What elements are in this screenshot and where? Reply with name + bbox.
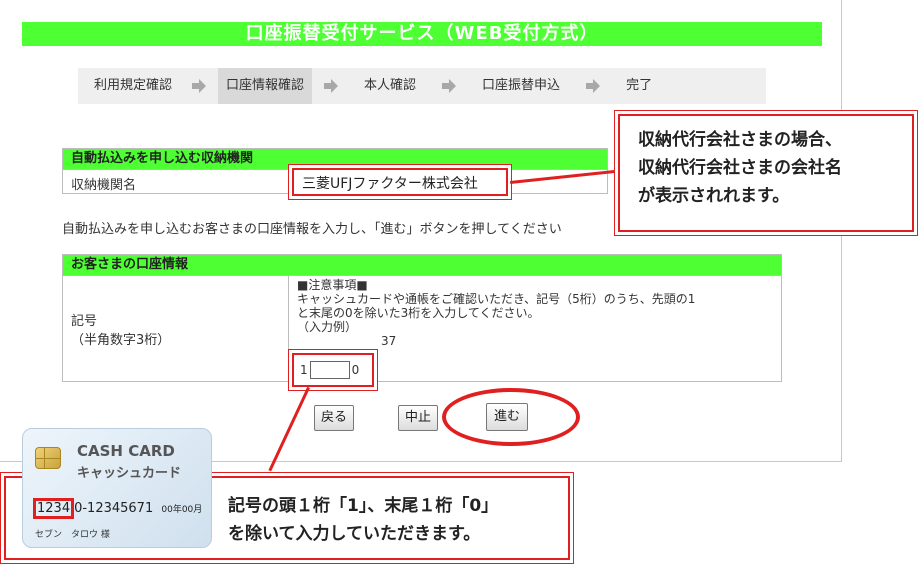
callout-bottom-line1: 記号の頭１桁「1」、末尾１桁「0」 [228,496,499,516]
step-identity: 本人確認 [364,78,417,93]
cancel-button[interactable]: 中止 [398,405,438,431]
card-holder: セブン タロウ 様 [35,530,110,540]
step-account-confirm: 口座情報確認 [218,68,313,104]
institution-name-value: 三菱UFJファクター株式会社 [302,176,478,192]
account-code-sublabel: （半角数字3桁） [71,332,171,348]
account-code-input[interactable] [309,361,350,379]
arrow-right-icon [324,79,339,93]
arrow-right-icon [192,79,207,93]
callout-bottom-line2: を除いて入力していただきます。 [228,524,481,544]
account-code-input-highlight: 1 0 [292,353,374,387]
institution-value-highlight: 三菱UFJファクター株式会社 [292,168,508,196]
account-section-title: お客さまの口座情報 [63,255,781,275]
instruction-text: 自動払込みを申し込むお客さまの口座情報を入力し、「進む」ボタンを押してください [62,222,562,237]
card-chip-icon [35,447,61,469]
institution-name-label: 収納機関名 [63,170,289,193]
institution-section-title: 自動払込みを申し込む収納機関 [63,149,607,169]
note-line1: キャッシュカードや通帳をご確認いただき、記号（5桁）のうち、先頭の1 [297,292,696,306]
progress-steps: 利用規定確認 口座情報確認 本人確認 口座振替申込 完了 [78,68,766,104]
card-number-rest: 0-12345671 [74,501,154,516]
card-expiry: 00年00月 [161,505,203,515]
account-code-prefix: 1 [300,363,308,377]
note-line2: と末尾の0を除いた3桁を入力してください。 [297,306,540,320]
page-title: 口座振替受付サービス（WEB受付方式） [22,22,822,46]
note-title: ■注意事項■ [297,278,368,292]
card-title-en: CASH CARD [77,442,175,460]
step-terms: 利用規定確認 [94,78,173,93]
callout-company-name: 収納代行会社さまの場合、 収納代行会社さまの会社名 が表示されれます。 [618,114,914,232]
callout-top-line1: 収納代行会社さまの場合、 [638,130,842,150]
arrow-right-icon [442,79,457,93]
arrow-right-icon [586,79,601,93]
callout-top-line3: が表示されれます。 [638,186,790,206]
step-application: 口座振替申込 [482,78,561,93]
card-title-jp: キャッシュカード [77,466,182,481]
account-section: お客さまの口座情報 記号 （半角数字3桁） ■注意事項■ キャッシュカードや通帳… [62,254,782,382]
account-code-suffix: 0 [351,363,360,377]
step-complete: 完了 [626,78,653,93]
account-code-label: 記号 [71,313,98,329]
callout-top-line2: 収納代行会社さまの会社名 [638,158,842,178]
next-button-highlight-ring [442,388,580,446]
cash-card-image: CASH CARD キャッシュカード 1234 0-12345671 00年00月… [22,428,212,548]
back-button[interactable]: 戻る [314,405,354,431]
example-label: （入力例） [297,320,358,334]
card-number-highlight: 1234 [33,498,75,519]
example-partial: 37 [381,334,397,348]
